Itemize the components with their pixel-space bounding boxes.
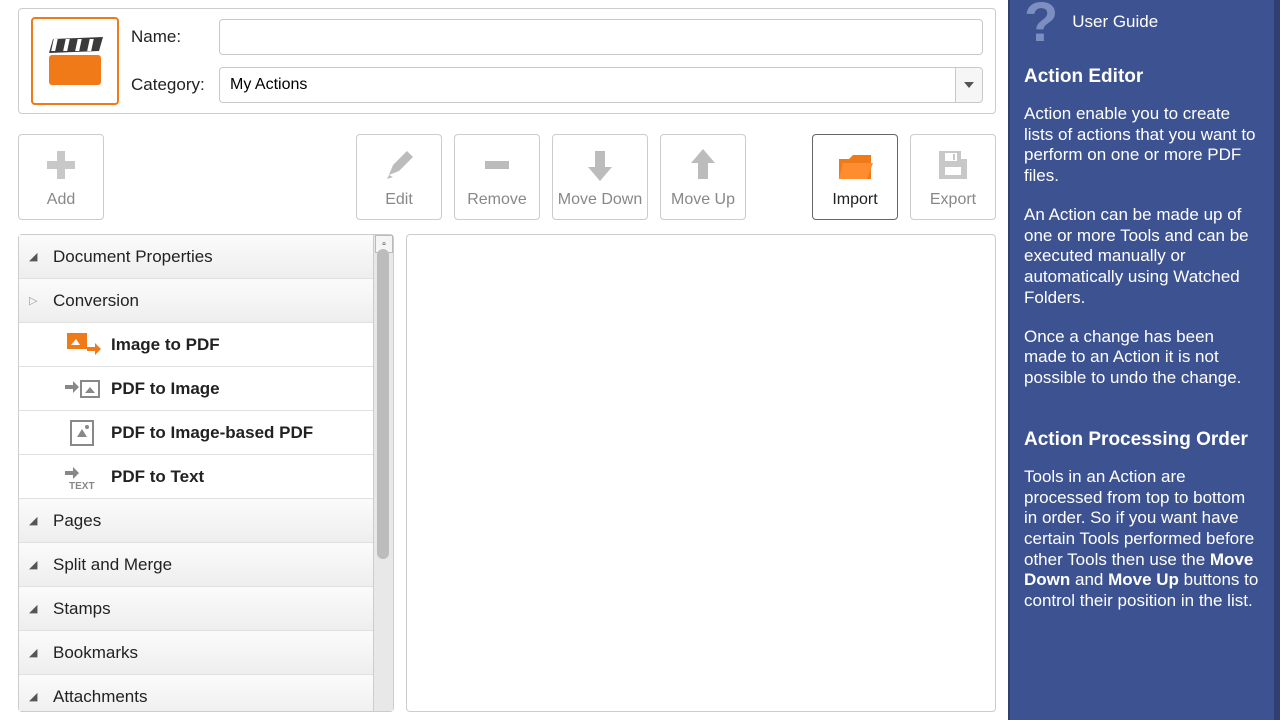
category-dropdown-button[interactable] [955,67,983,103]
tree-category-conversion[interactable]: ▷Conversion [19,279,373,323]
remove-button[interactable]: Remove [454,134,540,220]
image-to-pdf-icon [65,329,101,361]
tree-category-stamps[interactable]: ◢Stamps [19,587,373,631]
import-button[interactable]: Import [812,134,898,220]
help-paragraph: Action enable you to create lists of act… [1024,104,1260,187]
tree-category-pages[interactable]: ◢Pages [19,499,373,543]
edit-button-label: Edit [385,191,413,209]
tree-category-document-properties[interactable]: ◢Document Properties [19,235,373,279]
export-button-label: Export [930,191,976,209]
question-mark-icon: ? [1024,8,1058,36]
tree-scrollbar[interactable]: ▫ [373,235,393,711]
move-up-button[interactable]: Move Up [660,134,746,220]
help-title-action-editor: Action Editor [1024,66,1260,88]
help-paragraph: Tools in an Action are processed from to… [1024,467,1260,612]
user-guide-link[interactable]: ? User Guide [1024,0,1260,44]
help-sidebar: ? User Guide Action Editor Action enable… [1008,0,1280,720]
svg-text:TEXT: TEXT [69,481,95,491]
tree-category-split-merge[interactable]: ◢Split and Merge [19,543,373,587]
tree-item-image-to-pdf[interactable]: Image to PDF [19,323,373,367]
toolbar: Add Edit Remove Move Down Move Up Import… [18,134,996,220]
pdf-to-text-icon: TEXT [65,461,101,493]
tree-item-pdf-to-text[interactable]: TEXT PDF to Text [19,455,373,499]
move-down-button-label: Move Down [558,191,642,209]
name-input[interactable] [219,19,983,55]
scrollbar-thumb[interactable] [377,249,389,559]
tree-item-pdf-to-image[interactable]: PDF to Image [19,367,373,411]
help-title-processing-order: Action Processing Order [1024,429,1260,451]
remove-button-label: Remove [467,191,527,209]
add-button[interactable]: Add [18,134,104,220]
tree-category-attachments[interactable]: ◢Attachments [19,675,373,711]
tools-tree: ◢Document Properties ▷Conversion Image t… [18,234,394,712]
tree-category-bookmarks[interactable]: ◢Bookmarks [19,631,373,675]
action-header-panel: Name: Category: [18,8,996,114]
help-paragraph: An Action can be made up of one or more … [1024,205,1260,309]
import-button-label: Import [832,191,877,209]
category-input[interactable] [219,67,955,103]
export-button[interactable]: Export [910,134,996,220]
action-steps-pane [406,234,996,712]
pdf-to-image-icon [65,373,101,405]
move-down-button[interactable]: Move Down [552,134,648,220]
edit-button[interactable]: Edit [356,134,442,220]
add-button-label: Add [47,191,75,209]
pdf-to-image-based-icon [65,417,101,449]
category-label: Category: [131,75,209,95]
tree-item-pdf-to-image-based-pdf[interactable]: PDF to Image-based PDF [19,411,373,455]
name-label: Name: [131,27,209,47]
move-up-button-label: Move Up [671,191,735,209]
action-clapper-icon [31,17,119,105]
help-paragraph: Once a change has been made to an Action… [1024,327,1260,389]
